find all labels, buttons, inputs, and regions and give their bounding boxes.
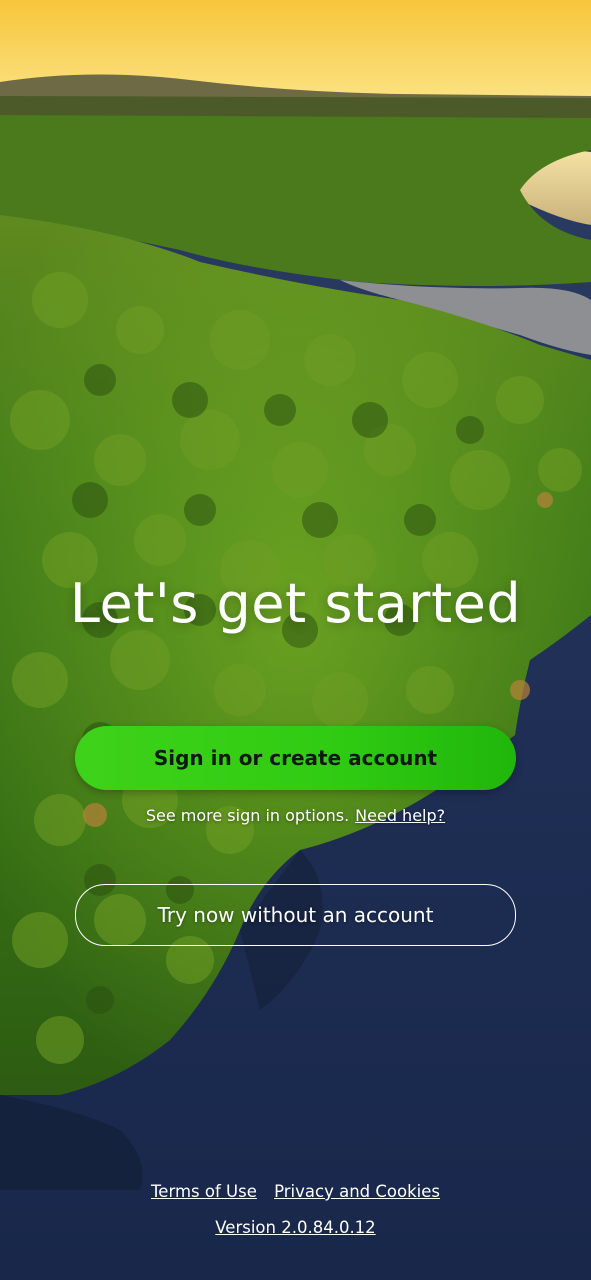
privacy-cookies-link[interactable]: Privacy and Cookies [274,1182,440,1201]
sign-in-button-label: Sign in or create account [153,746,438,770]
version-link[interactable]: Version 2.0.84.0.12 [0,1218,591,1237]
footer-links: Terms of Use Privacy and Cookies [0,1182,591,1201]
terms-of-use-link[interactable]: Terms of Use [151,1182,257,1201]
try-without-account-button[interactable]: Try now without an account [75,884,516,946]
background-image [0,0,591,1280]
need-help-link[interactable]: Need help? [355,806,445,825]
page-title: Let's get started [69,572,522,635]
try-without-account-label: Try now without an account [157,903,434,927]
sign-in-options-line: See more sign in options. Need help? [0,806,591,825]
more-options-text: See more sign in options. [145,806,350,825]
sign-in-button[interactable]: Sign in or create account [75,726,516,790]
